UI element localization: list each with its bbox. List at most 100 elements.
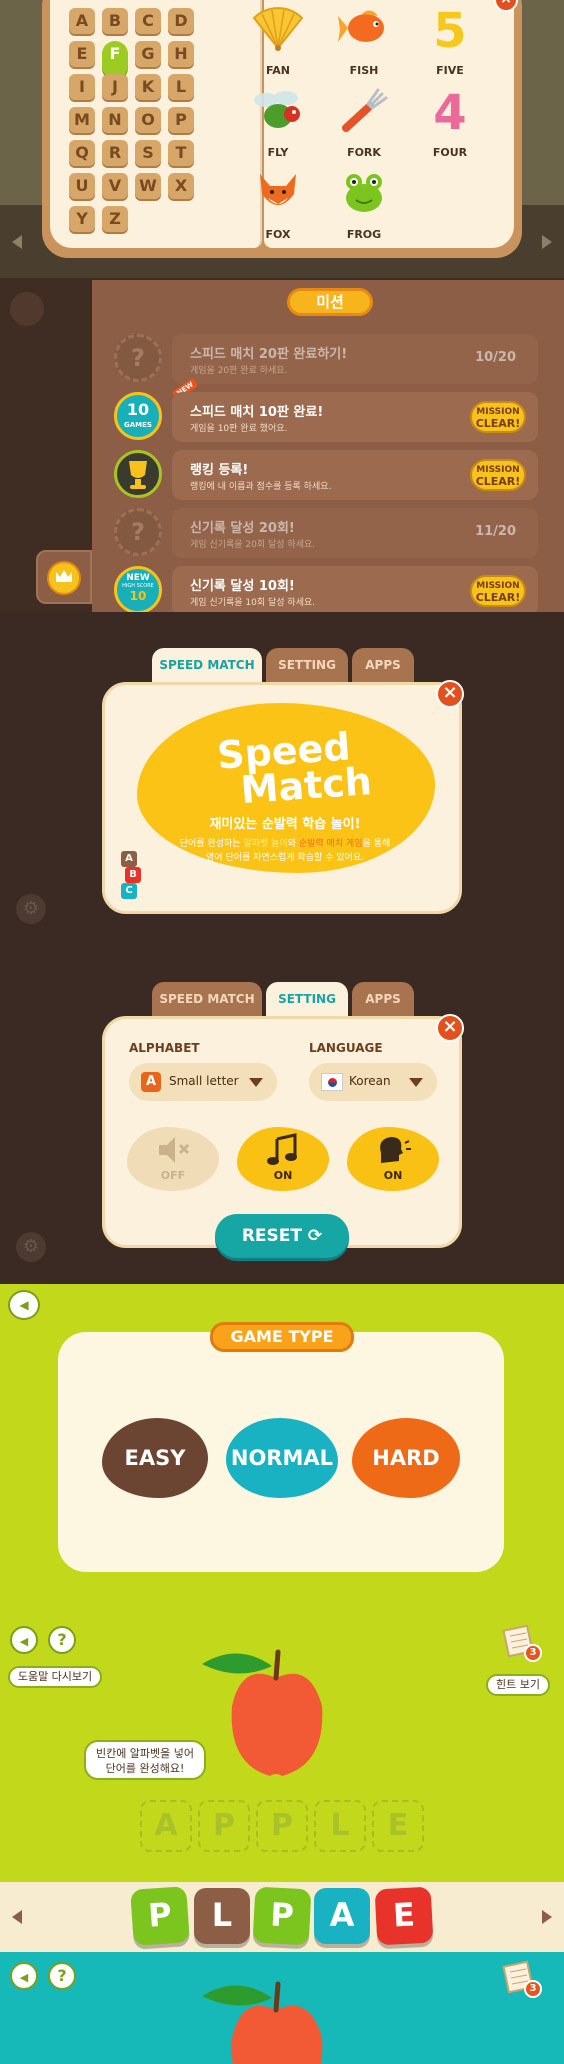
mission-clear-button[interactable]: MISSION CLEAR! [470, 575, 526, 607]
word-label: FIVE [436, 64, 464, 77]
missions-panel [92, 280, 564, 612]
clear-line1: MISSION [476, 465, 520, 475]
hint-button[interactable]: 3 [502, 1960, 542, 2000]
back-button[interactable]: ◀ [10, 1962, 38, 1990]
back-button[interactable]: ◀ [10, 1626, 38, 1654]
tab-setting[interactable]: SETTING [266, 982, 348, 1018]
word-label: FOX [265, 228, 291, 241]
tab-speed-match[interactable]: SPEED MATCH [152, 982, 262, 1018]
letter-key-g[interactable]: G [135, 41, 161, 67]
mission-desc: 게임을 10판 완료 했어요. [190, 424, 288, 434]
voice-toggle[interactable]: ON [347, 1127, 439, 1191]
letter-key-x[interactable]: X [168, 173, 194, 199]
letter-key-v[interactable]: V [102, 173, 128, 199]
gear-icon[interactable]: ⚙ [16, 1232, 46, 1262]
easy-button[interactable]: EASY [102, 1418, 208, 1498]
hint-count-badge: 3 [524, 1644, 542, 1662]
mission-clear-button[interactable]: MISSION CLEAR! [470, 401, 526, 433]
letter-key-j[interactable]: J [102, 74, 128, 100]
number-four-icon: 4 [433, 85, 467, 141]
desc-text: 단어를 완성하는 [179, 839, 244, 849]
arrow-left-icon[interactable] [12, 1910, 22, 1924]
letter-key-h[interactable]: H [168, 41, 194, 67]
close-button[interactable]: × [436, 680, 464, 708]
word-item-frog[interactable]: FROG [324, 170, 404, 241]
game-type-title: GAME TYPE [210, 1322, 354, 1352]
letter-key-r[interactable]: R [102, 140, 128, 166]
letter-key-m[interactable]: M [69, 107, 95, 133]
letter-key-n[interactable]: N [102, 107, 128, 133]
letter-key-y[interactable]: Y [69, 206, 95, 232]
letter-key-p[interactable]: P [168, 107, 194, 133]
reset-button[interactable]: RESET ⟳ [215, 1214, 349, 1258]
letter-key-e[interactable]: E [69, 41, 95, 67]
sound-effects-toggle[interactable]: OFF [127, 1127, 219, 1191]
back-button[interactable]: ◀ [8, 1290, 40, 1320]
letter-key-a[interactable]: A [69, 8, 95, 34]
clear-line1: MISSION [476, 581, 520, 591]
letter-key-z[interactable]: Z [102, 206, 128, 232]
alphabet-select[interactable]: A Small letter [129, 1063, 277, 1101]
letter-key-k[interactable]: K [135, 74, 161, 100]
letter-key-d[interactable]: D [168, 8, 194, 34]
hint-button[interactable]: 3 [502, 1624, 542, 1664]
back-icon[interactable] [10, 292, 44, 326]
bubble-line2: 단어를 완성해요! [105, 1762, 185, 1775]
hard-button[interactable]: HARD [352, 1418, 460, 1498]
letter-key-o[interactable]: O [135, 107, 161, 133]
clear-line1: MISSION [476, 407, 520, 417]
letter-key-t[interactable]: T [168, 140, 194, 166]
korea-flag-icon [321, 1073, 343, 1091]
letter-key-u[interactable]: U [69, 173, 95, 199]
close-icon: × [500, 0, 512, 7]
about-screen: SPEED MATCH SETTING APPS Speed Match 재미있… [0, 612, 564, 946]
word-item-fox[interactable]: FOX [238, 170, 318, 241]
word-item-four[interactable]: 4 FOUR [410, 88, 490, 159]
letter-tile[interactable]: P [130, 1886, 190, 1946]
help-button[interactable]: ? [48, 1962, 76, 1990]
mission-title: 신기록 달성 20회! [190, 521, 295, 536]
gear-icon[interactable]: ⚙ [16, 894, 46, 924]
arrow-right-icon[interactable] [542, 235, 552, 249]
letter-key-l[interactable]: L [168, 74, 194, 100]
letter-slot[interactable]: E [372, 1800, 424, 1852]
mission-title: 신기록 달성 10회! [190, 579, 295, 594]
word-item-fly[interactable]: FLY [238, 88, 318, 159]
mission-clear-button[interactable]: MISSION CLEAR! [470, 459, 526, 491]
mission-tab-button[interactable] [36, 550, 92, 604]
letter-key-i[interactable]: I [69, 74, 95, 100]
letter-slot[interactable]: P [256, 1800, 308, 1852]
letter-slot[interactable]: P [198, 1800, 250, 1852]
tab-apps[interactable]: APPS [352, 982, 414, 1018]
desc-text: 을 통해 [362, 839, 391, 849]
letter-tile[interactable]: L [194, 1888, 250, 1944]
letter-tile[interactable]: A [314, 1888, 370, 1944]
letter-key-q[interactable]: Q [69, 140, 95, 166]
word-item-fork[interactable]: FORK [324, 88, 404, 159]
letter-slot[interactable]: A [140, 1800, 192, 1852]
letter-slot[interactable]: L [314, 1800, 366, 1852]
mission-row: 신기록 달성 20회! 게임 신기록을 20회 달성 하세요. 11/20 [172, 508, 538, 558]
mission-progress: 11/20 [475, 524, 516, 539]
letter-key-c[interactable]: C [135, 8, 161, 34]
letter-key-w[interactable]: W [135, 173, 161, 199]
block-b: B [125, 867, 141, 883]
letter-tile[interactable]: E [374, 1886, 434, 1946]
arrow-right-icon[interactable] [542, 1910, 552, 1924]
language-select[interactable]: Korean [309, 1063, 437, 1101]
letter-tile[interactable]: P [252, 1886, 312, 1946]
music-toggle[interactable]: ON [237, 1127, 329, 1191]
word-item-fish[interactable]: FISH [324, 6, 404, 77]
close-button[interactable]: × [436, 1014, 464, 1042]
arrow-left-icon[interactable] [12, 235, 22, 249]
help-button[interactable]: ? [48, 1626, 76, 1654]
letter-key-s[interactable]: S [135, 140, 161, 166]
letter-key-b[interactable]: B [102, 8, 128, 34]
tab-setting[interactable]: SETTING [266, 648, 348, 684]
word-item-fan[interactable]: FAN [238, 6, 318, 77]
word-item-five[interactable]: 5 FIVE [410, 6, 490, 77]
mission-title: 스피드 매치 10판 완료! [190, 405, 324, 420]
normal-button[interactable]: NORMAL [226, 1418, 338, 1498]
tab-apps[interactable]: APPS [352, 648, 414, 684]
tab-speed-match[interactable]: SPEED MATCH [152, 648, 262, 684]
